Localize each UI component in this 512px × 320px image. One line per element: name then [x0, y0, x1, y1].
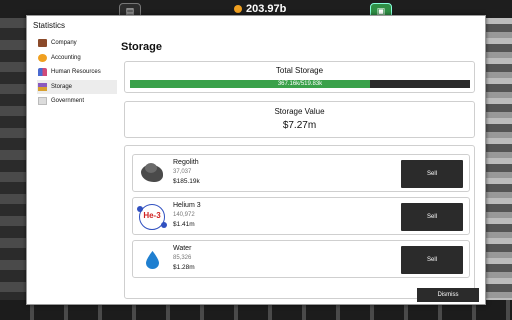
statistics-modal: Statistics Company Accounting Human Reso…: [26, 15, 486, 305]
coins-icon: [38, 53, 47, 62]
sidebar-item-storage[interactable]: Storage: [37, 79, 117, 94]
people-icon: [38, 68, 47, 77]
resource-list[interactable]: Regolith 37,037 $185.19k Sell He-3 Heliu…: [124, 145, 475, 299]
money-display: 203.97b: [234, 3, 286, 15]
sidebar-item-label: Government: [51, 98, 85, 105]
water-drop-icon: [139, 247, 165, 273]
storage-progress-bar: 367.16k/519.83k: [130, 80, 470, 88]
sidebar-item-government[interactable]: Government: [37, 94, 117, 109]
resource-price: $1.28m: [173, 264, 195, 271]
resource-name: Helium 3: [173, 202, 201, 209]
storage-progress-text: 367.16k/519.83k: [277, 81, 323, 87]
resource-amount: 37,037: [173, 169, 192, 175]
helium3-icon: He-3: [137, 204, 167, 230]
storage-value-amount: $7.27m: [282, 120, 317, 131]
money-value: 203.97b: [246, 3, 287, 15]
sell-helium3-button[interactable]: Sell: [401, 203, 463, 231]
left-scenery: [0, 18, 26, 320]
sidebar-item-company[interactable]: Company: [37, 36, 117, 51]
resource-name: Regolith: [173, 159, 199, 166]
helium3-icon-label: He-3: [143, 211, 161, 220]
storage-icon: [38, 82, 47, 91]
total-storage-label: Total Storage: [275, 66, 324, 75]
sell-water-button[interactable]: Sell: [401, 246, 463, 274]
resource-amount: 140,972: [173, 212, 195, 218]
sidebar-item-label: Accounting: [51, 54, 81, 61]
resource-name: Water: [173, 245, 192, 252]
sidebar-item-label: Human Resources: [51, 69, 101, 76]
resource-row-regolith: Regolith 37,037 $185.19k Sell: [132, 154, 470, 192]
government-icon: [38, 97, 47, 106]
storage-value-card: Storage Value $7.27m: [124, 101, 475, 138]
briefcase-icon: [38, 39, 47, 48]
resource-amount: 85,326: [173, 255, 192, 261]
sell-regolith-button[interactable]: Sell: [401, 160, 463, 188]
resource-price: $185.19k: [173, 178, 200, 185]
statistics-sidebar: Company Accounting Human Resources Stora…: [37, 36, 117, 109]
resource-row-water: Water 85,326 $1.28m Sell: [132, 240, 470, 278]
sidebar-item-label: Company: [51, 40, 77, 47]
sidebar-item-label: Storage: [51, 83, 73, 90]
resource-price: $1.41m: [173, 221, 195, 228]
resource-row-helium3: He-3 Helium 3 140,972 $1.41m Sell: [132, 197, 470, 235]
coin-icon: [234, 5, 242, 13]
sidebar-item-accounting[interactable]: Accounting: [37, 51, 117, 66]
page-title: Storage: [121, 41, 162, 53]
dismiss-button[interactable]: Dismiss: [417, 288, 479, 302]
right-scenery: [486, 18, 512, 320]
storage-value-label: Storage Value: [274, 107, 325, 116]
total-storage-card: Total Storage 367.16k/519.83k: [124, 61, 475, 93]
storage-panel: Storage Total Storage 367.16k/519.83k St…: [121, 41, 479, 301]
sidebar-item-human-resources[interactable]: Human Resources: [37, 65, 117, 80]
regolith-rock-icon: [139, 161, 165, 187]
modal-title: Statistics: [33, 21, 66, 30]
